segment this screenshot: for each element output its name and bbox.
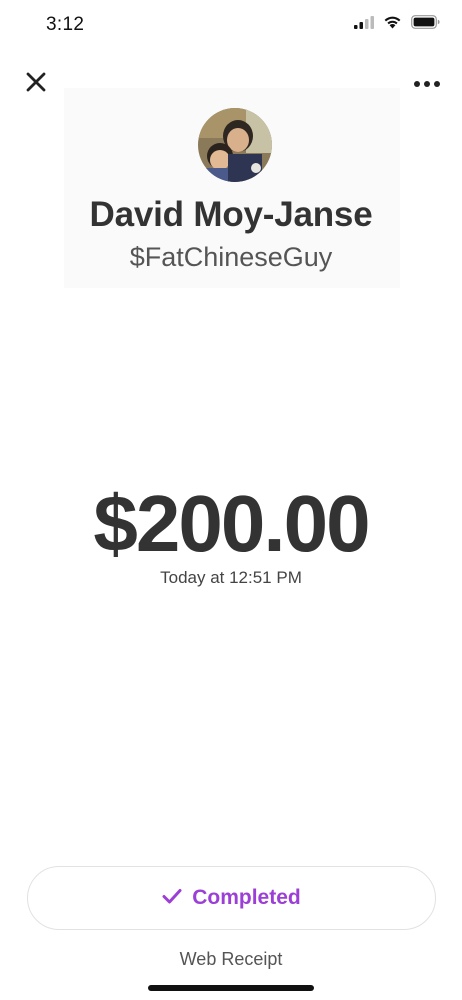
cellular-signal-icon [354, 15, 374, 29]
payment-detail-screen: 3:12 David Moy-Janse $FatChineseGuy $200… [0, 0, 462, 1000]
home-indicator[interactable] [148, 985, 314, 991]
web-receipt-link[interactable]: Web Receipt [0, 949, 462, 970]
avatar[interactable] [198, 108, 272, 182]
status-icons [354, 15, 440, 29]
more-options-icon [413, 75, 441, 93]
battery-icon [411, 15, 440, 29]
completed-label: Completed [192, 886, 301, 909]
close-button[interactable] [22, 70, 50, 98]
status-time: 3:12 [46, 14, 85, 35]
close-icon [25, 71, 47, 98]
wifi-icon [383, 15, 402, 29]
payment-timestamp: Today at 12:51 PM [160, 568, 302, 587]
payment-amount: $200.00 [93, 479, 370, 568]
checkmark-icon [162, 888, 182, 909]
more-options-button[interactable] [412, 72, 442, 96]
completed-status-button[interactable]: Completed [27, 866, 436, 930]
recipient-cashtag: $FatChineseGuy [129, 242, 333, 272]
recipient-name: David Moy-Janse [89, 195, 373, 234]
status-bar: 3:12 [0, 0, 462, 52]
